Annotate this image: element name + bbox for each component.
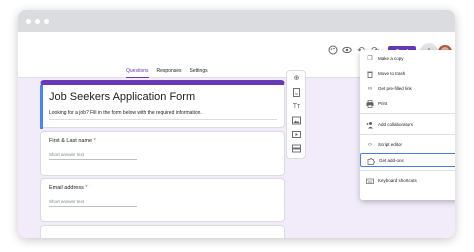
question-card[interactable]: First & Last name * Short answer text xyxy=(40,131,285,176)
window-dot[interactable] xyxy=(44,18,49,24)
menu-item-label: Move to trash xyxy=(378,71,406,76)
add-image-icon[interactable] xyxy=(292,116,301,125)
menu-item-move-to-trash[interactable]: Move to trash xyxy=(360,67,455,81)
menu-item-get-add-ons[interactable]: Get add-ons xyxy=(360,153,455,167)
menu-item-label: Make a copy xyxy=(378,56,404,61)
menu-item-label: Get add-ons xyxy=(379,158,404,163)
print-icon xyxy=(366,100,374,108)
form-description[interactable]: Looking for a job? Fill in the form belo… xyxy=(49,110,202,116)
copy-icon: ❐ xyxy=(367,56,373,62)
add-person-icon xyxy=(366,121,374,129)
question-title: Email address xyxy=(49,185,84,191)
trash-icon xyxy=(366,70,374,78)
menu-item-print[interactable]: Print xyxy=(360,97,455,111)
window-dot[interactable] xyxy=(35,18,40,24)
question-card[interactable]: Email address * Short answer text xyxy=(40,178,285,222)
question-card[interactable] xyxy=(40,225,285,238)
link-icon: ∞ xyxy=(367,86,373,92)
question-toolbar: ⊕ Tт xyxy=(286,70,306,159)
menu-item-label: Script editor xyxy=(378,142,403,147)
form-tabs: Questions Responses Settings xyxy=(126,68,208,78)
menu-item-script-editor[interactable]: ‹› Script editor xyxy=(360,138,455,152)
required-mark: * xyxy=(85,185,88,191)
menu-item-label: Add collaborators xyxy=(378,122,414,127)
menu-item-label: Print xyxy=(378,101,388,106)
add-video-icon[interactable] xyxy=(292,130,301,139)
form-title-card[interactable]: Job Seekers Application Form Looking for… xyxy=(40,80,285,129)
question-title: First & Last name xyxy=(49,138,93,144)
browser-window: ↶ ↷ Send ⋮ Questions Responses Settings … xyxy=(18,10,455,238)
import-questions-icon[interactable] xyxy=(292,88,301,97)
add-section-icon[interactable] xyxy=(292,144,301,153)
focus-accent-bar xyxy=(40,85,43,129)
puzzle-icon xyxy=(367,157,375,165)
menu-item-keyboard-shortcuts[interactable]: Keyboard shortcuts xyxy=(360,174,455,188)
window-dot[interactable] xyxy=(26,18,31,24)
window-titlebar xyxy=(18,10,455,32)
palette-icon[interactable] xyxy=(328,45,338,55)
menu-divider xyxy=(360,134,455,135)
keyboard-icon xyxy=(366,177,374,185)
menu-item-make-copy[interactable]: ❐ Make a copy xyxy=(360,52,455,66)
form-title[interactable]: Job Seekers Application Form xyxy=(49,91,195,103)
more-options-menu: ❐ Make a copy Move to trash ∞ Get pre-fi… xyxy=(360,50,455,200)
menu-item-prefilled-link[interactable]: ∞ Get pre-filled link xyxy=(360,82,455,96)
tab-responses[interactable]: Responses xyxy=(157,68,182,78)
add-question-icon[interactable]: ⊕ xyxy=(292,74,301,83)
question-label: First & Last name * xyxy=(49,138,96,144)
answer-underline xyxy=(49,159,137,160)
question-label: Email address * xyxy=(49,185,88,191)
menu-divider xyxy=(360,113,455,114)
menu-divider xyxy=(360,170,455,171)
menu-item-label: Get pre-filled link xyxy=(378,86,412,91)
tab-questions[interactable]: Questions xyxy=(126,68,149,78)
tab-settings[interactable]: Settings xyxy=(190,68,208,78)
preview-eye-icon[interactable] xyxy=(342,45,352,55)
short-answer-placeholder: Short answer text xyxy=(49,152,85,157)
menu-item-label: Keyboard shortcuts xyxy=(378,178,417,183)
short-answer-placeholder: Short answer text xyxy=(49,199,85,204)
required-mark: * xyxy=(93,138,96,144)
add-title-icon[interactable]: Tт xyxy=(292,102,301,111)
answer-underline xyxy=(49,206,137,207)
menu-item-add-collaborators[interactable]: Add collaborators xyxy=(360,118,455,132)
description-underline xyxy=(49,119,277,120)
code-icon: ‹› xyxy=(368,142,372,148)
